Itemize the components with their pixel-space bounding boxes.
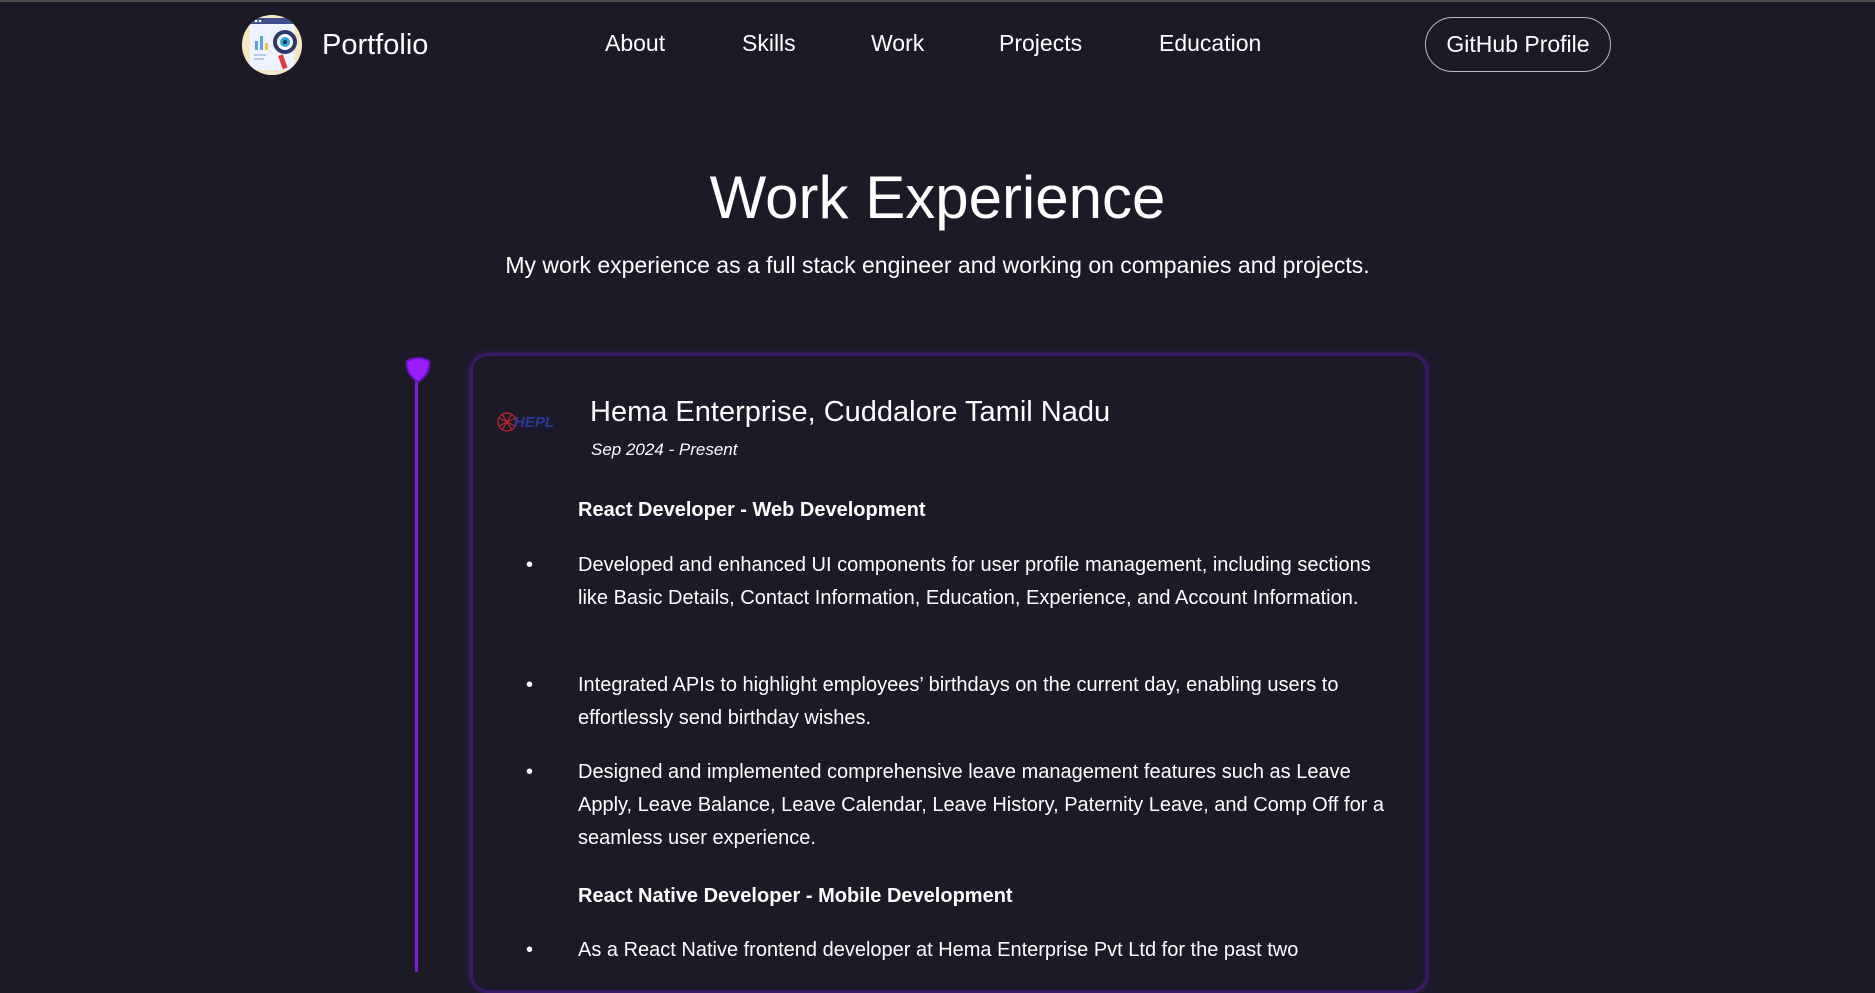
list-item-text: Integrated APIs to highlight employees’ …: [578, 674, 1339, 729]
nav-link-projects[interactable]: Projects: [999, 30, 1082, 57]
github-profile-button[interactable]: GitHub Profile: [1425, 17, 1611, 72]
role-title: React Developer - Web Development: [578, 499, 926, 521]
bullet-icon: •: [526, 554, 534, 576]
bullet-icon: •: [526, 761, 534, 783]
navbar: Portfolio About Skills Work Projects Edu…: [0, 2, 1875, 88]
bullet-icon: •: [526, 674, 534, 696]
company-logo: HEPL: [497, 412, 554, 432]
nav-link-skills[interactable]: Skills: [742, 30, 796, 57]
company-dates: Sep 2024 - Present: [591, 440, 738, 459]
list-item-text: Designed and implemented comprehensive l…: [578, 761, 1385, 849]
list-item: • Developed and enhanced UI components f…: [526, 549, 1388, 615]
timeline-line: [415, 372, 418, 972]
timeline-dot-icon: [405, 357, 431, 383]
nav-link-education[interactable]: Education: [1159, 30, 1261, 57]
bullet-icon: •: [526, 939, 534, 961]
experience-card: HEPL Hema Enterprise, Cuddalore Tamil Na…: [470, 353, 1428, 993]
list-item: • Integrated APIs to highlight employees…: [526, 669, 1388, 735]
company-name: Hema Enterprise, Cuddalore Tamil Nadu: [590, 396, 1111, 428]
list-item: • As a React Native frontend developer a…: [526, 934, 1388, 967]
role-title: React Native Developer - Mobile Developm…: [578, 885, 1013, 907]
nav-link-about[interactable]: About: [605, 30, 665, 57]
list-item-text: As a React Native frontend developer at …: [578, 939, 1299, 961]
list-item: • Designed and implemented comprehensive…: [526, 756, 1388, 855]
section-title: Work Experience: [709, 164, 1166, 231]
list-item-text: Developed and enhanced UI components for…: [578, 554, 1371, 609]
company-logo-text: HEPL: [514, 414, 554, 431]
section-subtitle: My work experience as a full stack engin…: [505, 252, 1370, 278]
nav-link-work[interactable]: Work: [871, 30, 924, 57]
